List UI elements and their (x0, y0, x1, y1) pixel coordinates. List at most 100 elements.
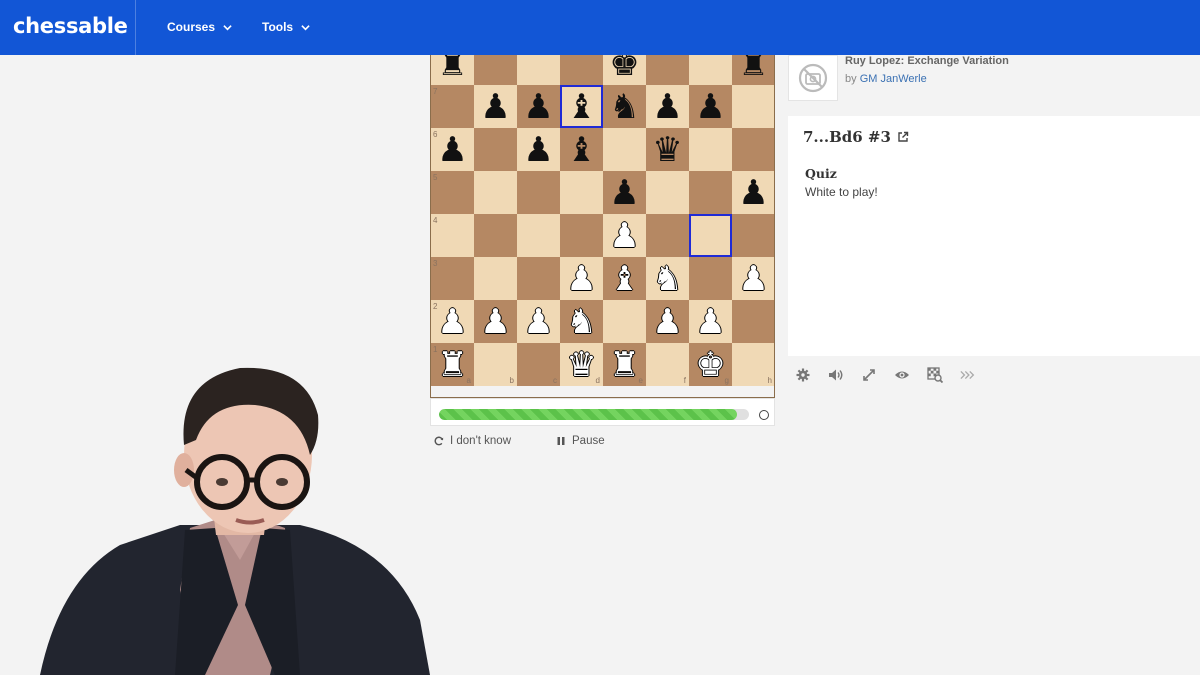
square-c6[interactable]: ♟ (517, 128, 560, 171)
expand-icon[interactable] (861, 367, 877, 383)
square-f4[interactable] (646, 214, 689, 257)
square-b5[interactable] (474, 171, 517, 214)
black-pawn-icon[interactable]: ♟ (609, 176, 639, 210)
white-pawn-icon[interactable]: ♟ (566, 262, 596, 296)
white-king-icon[interactable]: ♚ (695, 348, 725, 382)
square-e8[interactable]: ♚ (603, 55, 646, 85)
chessboard[interactable]: 8♜♚♜7♟♟♝♞♟♟6♟♟♝♛5♟♟4♟3♟♝♞♟2♟♟♟♞♟♟1a♜bcd♛… (431, 55, 774, 386)
board-analysis-icon[interactable] (927, 367, 943, 383)
square-c3[interactable] (517, 257, 560, 300)
square-f5[interactable] (646, 171, 689, 214)
square-h4[interactable] (732, 214, 774, 257)
black-king-icon[interactable]: ♚ (609, 55, 639, 81)
white-knight-icon[interactable]: ♞ (652, 262, 682, 296)
black-pawn-icon[interactable]: ♟ (652, 90, 682, 124)
eye-icon[interactable] (894, 367, 910, 383)
square-f1[interactable]: f (646, 343, 689, 386)
square-h1[interactable]: h (732, 343, 774, 386)
square-a4[interactable]: 4 (431, 214, 474, 257)
black-pawn-icon[interactable]: ♟ (738, 176, 768, 210)
square-d8[interactable] (560, 55, 603, 85)
black-bishop-icon[interactable]: ♝ (566, 133, 596, 167)
chessable-logo[interactable]: chessable (0, 0, 136, 55)
square-c7[interactable]: ♟ (517, 85, 560, 128)
square-g8[interactable] (689, 55, 732, 85)
square-g3[interactable] (689, 257, 732, 300)
black-rook-icon[interactable]: ♜ (437, 55, 467, 81)
black-knight-icon[interactable]: ♞ (609, 90, 639, 124)
square-h6[interactable] (732, 128, 774, 171)
square-c5[interactable] (517, 171, 560, 214)
square-e2[interactable] (603, 300, 646, 343)
white-bishop-icon[interactable]: ♝ (609, 262, 639, 296)
square-h2[interactable] (732, 300, 774, 343)
white-rook-icon[interactable]: ♜ (609, 348, 639, 382)
square-d7[interactable]: ♝ (560, 85, 603, 128)
square-e4[interactable]: ♟ (603, 214, 646, 257)
square-b2[interactable]: ♟ (474, 300, 517, 343)
square-e5[interactable]: ♟ (603, 171, 646, 214)
square-a7[interactable]: 7 (431, 85, 474, 128)
square-a2[interactable]: 2 ♟ (431, 300, 474, 343)
dont-know-button[interactable]: I don't know (434, 435, 511, 447)
author-link[interactable]: GM JanWerle (860, 73, 927, 85)
square-g5[interactable] (689, 171, 732, 214)
square-d2[interactable]: ♞ (560, 300, 603, 343)
square-e7[interactable]: ♞ (603, 85, 646, 128)
nav-courses[interactable]: Courses (167, 20, 232, 34)
white-pawn-icon[interactable]: ♟ (609, 219, 639, 253)
square-g7[interactable]: ♟ (689, 85, 732, 128)
square-g4[interactable] (689, 214, 732, 257)
black-pawn-icon[interactable]: ♟ (480, 90, 510, 124)
black-pawn-icon[interactable]: ♟ (437, 133, 467, 167)
square-d5[interactable] (560, 171, 603, 214)
square-g2[interactable]: ♟ (689, 300, 732, 343)
square-a8[interactable]: 8♜ (431, 55, 474, 85)
square-b8[interactable] (474, 55, 517, 85)
white-pawn-icon[interactable]: ♟ (738, 262, 768, 296)
square-d4[interactable] (560, 214, 603, 257)
fast-forward-icon[interactable] (960, 367, 976, 383)
square-c2[interactable]: ♟ (517, 300, 560, 343)
square-g1[interactable]: g ♚ (689, 343, 732, 386)
black-pawn-icon[interactable]: ♟ (523, 90, 553, 124)
white-pawn-icon[interactable]: ♟ (652, 305, 682, 339)
square-b6[interactable] (474, 128, 517, 171)
square-c1[interactable]: c (517, 343, 560, 386)
square-f8[interactable] (646, 55, 689, 85)
square-g6[interactable] (689, 128, 732, 171)
pause-button[interactable]: Pause (556, 435, 605, 447)
square-f2[interactable]: ♟ (646, 300, 689, 343)
square-h8[interactable]: ♜ (732, 55, 774, 85)
white-pawn-icon[interactable]: ♟ (437, 305, 467, 339)
volume-icon[interactable] (828, 367, 844, 383)
square-f7[interactable]: ♟ (646, 85, 689, 128)
white-pawn-icon[interactable]: ♟ (695, 305, 725, 339)
square-f6[interactable]: ♛ (646, 128, 689, 171)
square-c8[interactable] (517, 55, 560, 85)
square-h5[interactable]: ♟ (732, 171, 774, 214)
black-queen-icon[interactable]: ♛ (652, 133, 682, 167)
course-thumbnail[interactable] (788, 55, 838, 101)
square-e3[interactable]: ♝ (603, 257, 646, 300)
square-d3[interactable]: ♟ (560, 257, 603, 300)
square-f3[interactable]: ♞ (646, 257, 689, 300)
square-b1[interactable]: b (474, 343, 517, 386)
square-d6[interactable]: ♝ (560, 128, 603, 171)
black-pawn-icon[interactable]: ♟ (695, 90, 725, 124)
square-h7[interactable] (732, 85, 774, 128)
square-b7[interactable]: ♟ (474, 85, 517, 128)
square-e1[interactable]: e ♜ (603, 343, 646, 386)
gear-icon[interactable] (795, 367, 811, 383)
square-d1[interactable]: d ♛ (560, 343, 603, 386)
white-pawn-icon[interactable]: ♟ (523, 305, 553, 339)
white-queen-icon[interactable]: ♛ (566, 348, 596, 382)
square-b3[interactable] (474, 257, 517, 300)
black-pawn-icon[interactable]: ♟ (523, 133, 553, 167)
white-knight-icon[interactable]: ♞ (566, 305, 596, 339)
external-link-icon[interactable] (897, 131, 909, 143)
square-c4[interactable] (517, 214, 560, 257)
white-rook-icon[interactable]: ♜ (437, 348, 467, 382)
white-pawn-icon[interactable]: ♟ (480, 305, 510, 339)
square-h3[interactable]: ♟ (732, 257, 774, 300)
